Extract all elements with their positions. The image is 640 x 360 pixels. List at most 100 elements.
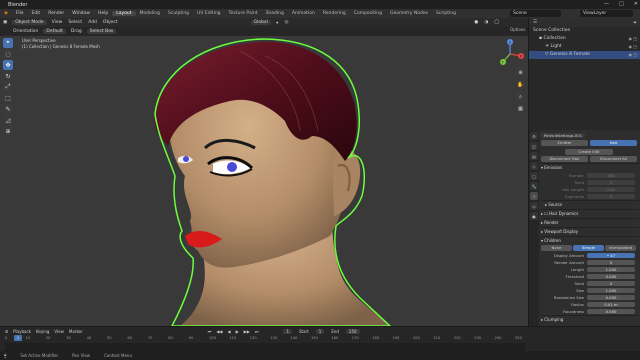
perspective-toggle-icon[interactable]: ▦ — [516, 104, 525, 113]
material-tab-icon[interactable]: ● — [530, 212, 538, 220]
render-panel-header[interactable]: ▸ Render — [541, 218, 639, 227]
editor-type-icon[interactable]: ▣ — [0, 20, 10, 25]
tab-animation[interactable]: Animation — [288, 11, 319, 16]
emitter-button[interactable]: Emitter — [541, 140, 588, 146]
menu-edit[interactable]: Edit — [27, 11, 44, 16]
render-amount-field[interactable]: 0 — [587, 260, 635, 265]
menu-object[interactable]: Object — [100, 20, 121, 25]
hair-dynamics-panel-header[interactable]: ▸ ☐ Hair Dynamics — [541, 209, 639, 218]
menu-keying[interactable]: Keying — [36, 329, 49, 334]
clumping-panel-header[interactable]: ▸ Clumping — [541, 315, 639, 324]
tab-scripting[interactable]: Scripting — [432, 11, 460, 16]
scale-tool-icon[interactable]: ⤢ — [3, 82, 13, 92]
scene-tab-icon[interactable]: ◇ — [530, 162, 538, 170]
outliner-row-light[interactable]: ☀ Light ◉ ◳ — [529, 43, 640, 51]
tab-rendering[interactable]: Rendering — [319, 11, 350, 16]
snap-icon[interactable]: ⌖ — [273, 20, 282, 26]
timeline-ruler[interactable]: 0 10 20 30 40 50 60 70 80 90 100 110 120 130 140 150 160… — [5, 336, 525, 342]
visibility-eye-icon[interactable]: ◉ ◳ — [628, 51, 637, 59]
tab-sculpting[interactable]: Sculpting — [164, 11, 193, 16]
hair-button[interactable]: Hair — [590, 140, 637, 146]
disconnect-hair-button[interactable]: Disconnect Hair — [541, 156, 588, 162]
playhead[interactable]: 1 — [14, 335, 22, 341]
maximize-icon[interactable]: □ — [619, 1, 624, 7]
end-frame-field[interactable]: 250 — [345, 328, 360, 334]
proportional-edit-icon[interactable]: ◎ — [281, 20, 291, 25]
visibility-eye-icon[interactable]: ◉ ◳ — [628, 35, 637, 43]
display-amount-field[interactable]: • 47 — [587, 253, 635, 258]
hair-length-field[interactable]: 0 m — [587, 187, 635, 192]
size-field[interactable]: 1.000 — [587, 288, 635, 293]
select-tool-icon[interactable]: ⌖ — [3, 38, 13, 48]
cursor-tool-icon[interactable]: ◌ — [3, 49, 13, 59]
orientation-dropdown[interactable]: Default — [43, 29, 66, 34]
seed-field[interactable]: 0 — [587, 180, 635, 185]
play-icon[interactable]: ▶ — [236, 329, 239, 334]
outliner-row-collection[interactable]: ▪ Collection ◉ ◳ — [529, 35, 640, 43]
tab-uv-editing[interactable]: UV Editing — [193, 11, 224, 16]
zoom-icon[interactable]: ⊕ — [516, 68, 525, 77]
render-tab-icon[interactable]: ◫ — [530, 142, 538, 150]
transform-orientation-dropdown[interactable]: Global — [250, 20, 271, 25]
prev-key-icon[interactable]: ◀◀ — [216, 329, 222, 334]
scene-selector[interactable]: Scene — [510, 10, 561, 17]
threshold-field[interactable]: 0.000 — [587, 274, 635, 279]
shading-rendered-icon[interactable]: ◯ — [491, 20, 502, 25]
outliner-type-icon[interactable]: ☰ — [533, 20, 537, 25]
output-tab-icon[interactable]: ▤ — [530, 152, 538, 160]
tab-texture-paint[interactable]: Texture Paint — [225, 11, 262, 16]
emission-panel-header[interactable]: ▾ Emission — [541, 163, 639, 172]
filter-icon[interactable]: ⏷ — [633, 20, 637, 26]
minimize-icon[interactable]: — — [604, 1, 609, 7]
drag-dropdown[interactable]: Select Box — [86, 29, 117, 34]
mode-dropdown[interactable]: Object Mode — [12, 20, 47, 25]
3d-viewport[interactable] — [0, 36, 528, 326]
current-frame-field[interactable]: 1 — [283, 328, 292, 334]
disconnect-all-button[interactable]: Disconnect All — [590, 156, 637, 162]
transform-tool-icon[interactable]: ⬚ — [3, 93, 13, 103]
children-simple-button[interactable]: Simple — [573, 245, 604, 251]
shading-material-icon[interactable]: ◑ — [481, 20, 491, 25]
tab-compositing[interactable]: Compositing — [350, 11, 386, 16]
navigation-gizmo[interactable]: X Z Y — [494, 38, 526, 70]
menu-help[interactable]: Help — [94, 11, 112, 16]
menu-timeline-view[interactable]: View — [54, 329, 64, 334]
options-dropdown[interactable]: Options — [510, 27, 525, 32]
create-edit-button[interactable]: Create Edit — [565, 149, 613, 155]
tab-shading[interactable]: Shading — [262, 11, 288, 16]
modifier-tab-icon[interactable]: 🔧 — [530, 182, 538, 190]
particle-system-selector[interactable]: ParticleSettings.001 — [541, 132, 639, 139]
start-frame-field[interactable]: 1 — [315, 328, 325, 334]
camera-view-icon[interactable]: ⌕ — [516, 92, 525, 101]
tool-tab-icon[interactable]: ⚙ — [530, 132, 538, 140]
add-cube-tool-icon[interactable]: ⊕ — [3, 126, 13, 136]
menu-marker[interactable]: Marker — [69, 329, 83, 334]
object-tab-icon[interactable]: ▢ — [530, 172, 538, 180]
timeline-track[interactable] — [5, 343, 525, 351]
radius-field[interactable]: 0.01 m — [587, 302, 635, 307]
visibility-eye-icon[interactable]: ◉ ◳ — [628, 43, 637, 51]
children-panel-header[interactable]: ▾ Children — [541, 236, 639, 245]
children-interpolated-button[interactable]: Interpolated — [605, 245, 636, 251]
menu-window[interactable]: Window — [68, 11, 94, 16]
timeline-type-icon[interactable]: ⏲ — [5, 329, 8, 334]
menu-render[interactable]: Render — [44, 11, 68, 16]
source-panel-header[interactable]: ▸ Source — [541, 200, 639, 209]
menu-add[interactable]: Add — [85, 20, 100, 25]
outliner-row-genesis[interactable]: ▽ Genesis 8 Female ◉ ◳ — [529, 51, 640, 59]
close-icon[interactable]: ✕ — [634, 1, 638, 7]
play-reverse-icon[interactable]: ◀ — [228, 329, 231, 334]
particle-system-name[interactable]: ParticleSettings.001 — [541, 133, 586, 138]
jump-end-icon[interactable]: ⏭ — [255, 329, 259, 334]
particles-tab-icon[interactable]: ⁘ — [530, 192, 538, 200]
next-key-icon[interactable]: ▶▶ — [244, 329, 250, 334]
segments-field[interactable]: 5 — [587, 194, 635, 199]
menu-select[interactable]: Select — [65, 20, 85, 25]
tab-geometry-nodes[interactable]: Geometry Nodes — [386, 11, 432, 16]
move-tool-icon[interactable]: ✥ — [3, 60, 13, 70]
blender-logo-icon[interactable]: ◉ — [0, 11, 12, 16]
children-none-button[interactable]: None — [541, 245, 572, 251]
roundness-field[interactable]: 0.000 — [587, 309, 635, 314]
children-seed-field[interactable]: 0 — [587, 281, 635, 286]
length-field[interactable]: 1.000 — [587, 267, 635, 272]
